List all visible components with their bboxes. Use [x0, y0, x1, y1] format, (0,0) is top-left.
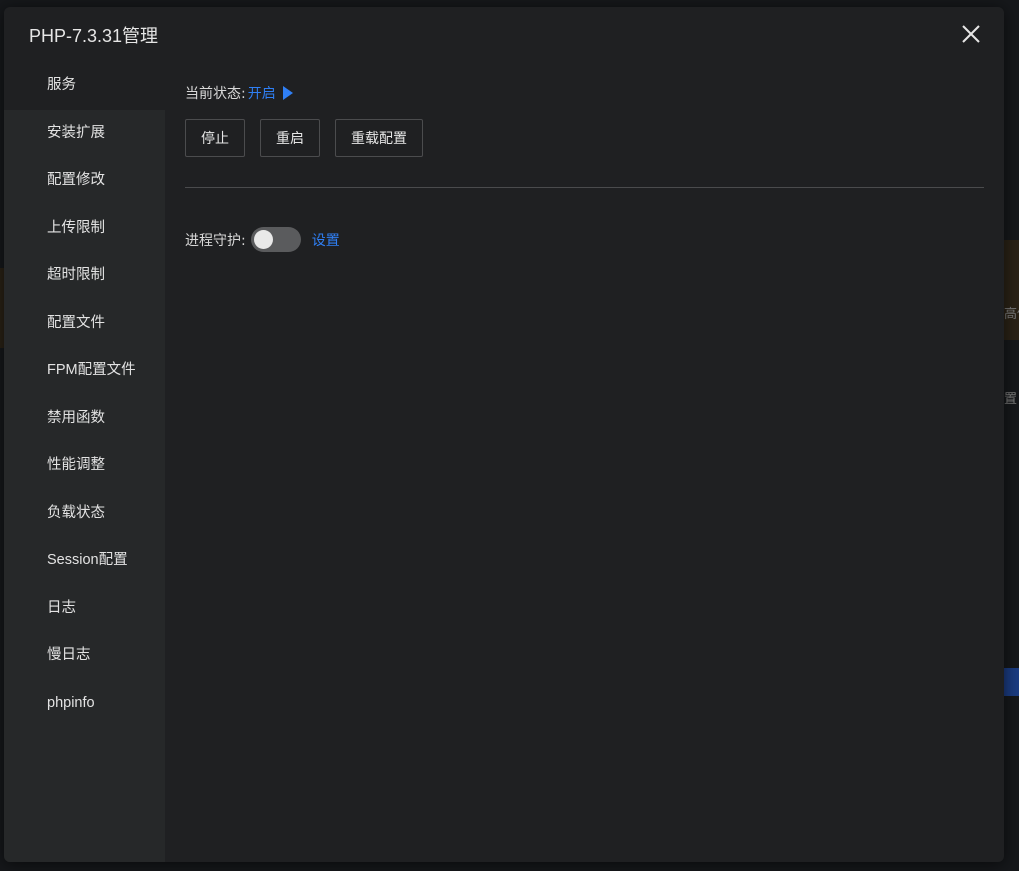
sidebar-item-slow-log[interactable]: 慢日志 — [4, 632, 165, 680]
sidebar-item-phpinfo[interactable]: phpinfo — [4, 680, 165, 728]
service-actions: 停止 重启 重载配置 — [185, 119, 423, 157]
sidebar-item-fpm-config-file[interactable]: FPM配置文件 — [4, 347, 165, 395]
sidebar-item-config-edit[interactable]: 配置修改 — [4, 157, 165, 205]
play-icon — [282, 86, 293, 100]
sidebar-item-install-extensions[interactable]: 安装扩展 — [4, 110, 165, 158]
sidebar-item-log[interactable]: 日志 — [4, 585, 165, 633]
sidebar-item-load-status[interactable]: 负载状态 — [4, 490, 165, 538]
close-icon[interactable] — [960, 23, 982, 45]
process-guard-toggle[interactable] — [250, 227, 301, 252]
sidebar-item-config-file[interactable]: 配置文件 — [4, 300, 165, 348]
dialog-title: PHP-7.3.31管理 — [29, 26, 159, 46]
sidebar-item-disabled-functions[interactable]: 禁用函数 — [4, 395, 165, 443]
service-panel: 当前状态: 开启 停止 重启 重载配置 进程守护: 设置 — [165, 62, 1004, 862]
backdrop-text-fragment: 高俑 — [1004, 307, 1019, 322]
stop-button[interactable]: 停止 — [185, 119, 245, 157]
backdrop-strip-right — [1004, 240, 1019, 340]
sidebar-item-session-config[interactable]: Session配置 — [4, 537, 165, 585]
sidebar-item-performance-tuning[interactable]: 性能调整 — [4, 442, 165, 490]
toggle-knob — [253, 230, 273, 249]
restart-button[interactable]: 重启 — [260, 119, 320, 157]
php-manager-dialog: PHP-7.3.31管理 服务 安装扩展 配置修改 上传限制 超时限制 配置文件… — [4, 7, 1004, 862]
sidebar-nav: 服务 安装扩展 配置修改 上传限制 超时限制 配置文件 FPM配置文件 禁用函数… — [4, 62, 165, 862]
status-value: 开启 — [247, 86, 276, 102]
process-guard-label: 进程守护: — [185, 232, 246, 249]
backdrop-text-fragment: 置 — [1004, 392, 1018, 407]
sidebar-item-timeout-limit[interactable]: 超时限制 — [4, 252, 165, 300]
status-label: 当前状态: — [185, 86, 246, 102]
status-row: 当前状态: 开启 — [185, 83, 293, 103]
backdrop-button-fragment — [1003, 668, 1019, 696]
sidebar-item-service[interactable]: 服务 — [4, 62, 165, 110]
process-guard-row: 进程守护: 设置 — [185, 227, 340, 252]
reload-config-button[interactable]: 重载配置 — [335, 119, 423, 157]
divider — [185, 187, 984, 188]
process-guard-settings-link[interactable]: 设置 — [312, 230, 340, 250]
sidebar-item-upload-limit[interactable]: 上传限制 — [4, 205, 165, 253]
